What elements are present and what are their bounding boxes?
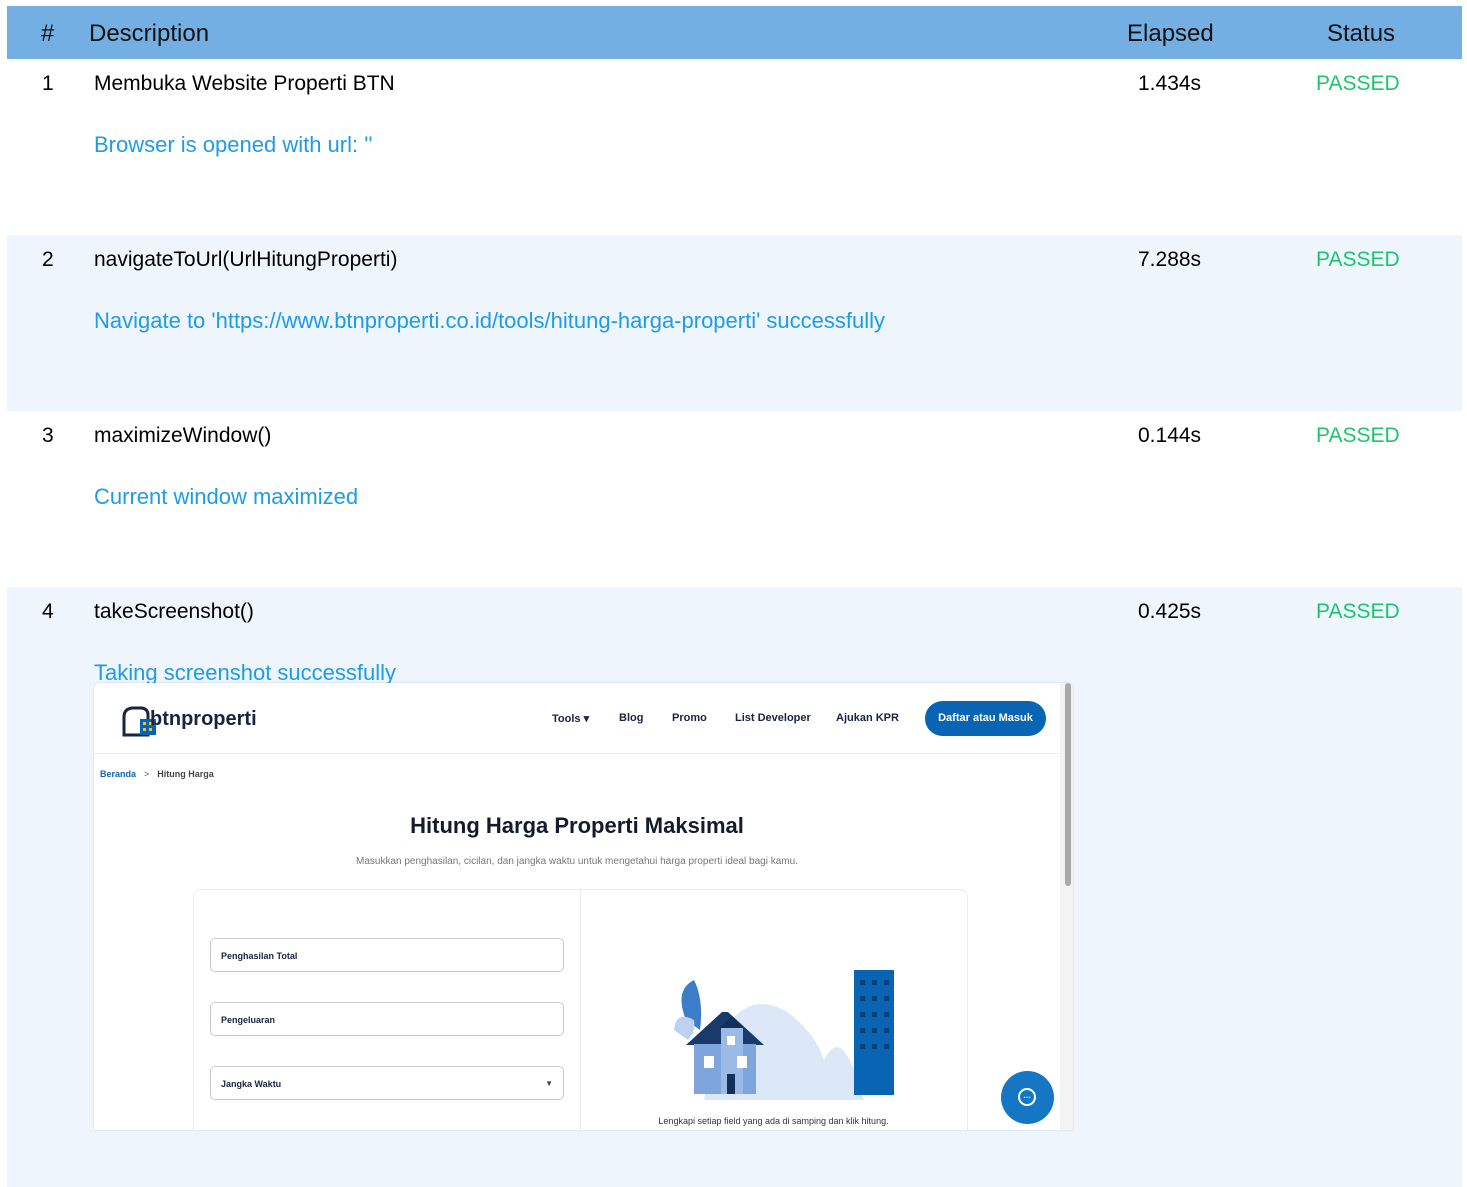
step-title: navigateToUrl(UrlHitungProperti) <box>94 248 398 271</box>
table-row: 3 maximizeWindow() 0.144s PASSED Current… <box>7 411 1462 587</box>
step-elapsed: 7.288s <box>1138 248 1202 271</box>
embedded-screenshot: btnproperti Tools ▾ Blog Promo List Deve… <box>94 683 1073 1130</box>
calculator-card: Penghasilan Total Pengeluaran Jangka Wak… <box>193 889 968 1130</box>
chevron-right-icon: > <box>144 769 150 779</box>
step-title: maximizeWindow() <box>94 424 272 447</box>
card-divider <box>580 890 581 1130</box>
step-title: Membuka Website Properti BTN <box>94 72 395 95</box>
expense-field[interactable]: Pengeluaran <box>210 1002 564 1036</box>
income-field[interactable]: Penghasilan Total <box>210 938 564 972</box>
nav-blog[interactable]: Blog <box>619 712 643 724</box>
step-number: 1 <box>42 72 54 95</box>
login-register-button[interactable]: Daftar atau Masuk <box>925 701 1046 736</box>
table-row: 2 navigateToUrl(UrlHitungProperti) 7.288… <box>7 235 1462 411</box>
step-status: PASSED <box>1316 72 1400 95</box>
step-status: PASSED <box>1316 600 1400 623</box>
house-illustration-icon <box>674 970 894 1100</box>
breadcrumb: Beranda > Hitung Harga <box>100 769 214 779</box>
site-navbar: btnproperti Tools ▾ Blog Promo List Deve… <box>94 683 1060 754</box>
brand-name: btnproperti <box>150 708 257 730</box>
term-select[interactable]: Jangka Waktu ▼ <box>210 1066 564 1100</box>
breadcrumb-current: Hitung Harga <box>157 769 214 779</box>
step-status: PASSED <box>1316 248 1400 271</box>
illustration-caption: Lengkapi setiap field yang ada di sampin… <box>658 1116 889 1126</box>
page-subtitle: Masukkan penghasilan, cicilan, dan jangk… <box>356 856 798 867</box>
chat-bubble-icon: … <box>1018 1088 1036 1106</box>
step-elapsed: 0.144s <box>1138 424 1202 447</box>
step-number: 4 <box>42 600 54 623</box>
table-row: 1 Membuka Website Properti BTN 1.434s PA… <box>7 59 1462 235</box>
step-number: 3 <box>42 424 54 447</box>
header-status: Status <box>1327 20 1396 47</box>
chat-button[interactable]: … <box>1001 1071 1054 1124</box>
nav-promo[interactable]: Promo <box>672 712 707 724</box>
page-title: Hitung Harga Properti Maksimal <box>410 813 744 838</box>
step-number: 2 <box>42 248 54 271</box>
header-elapsed: Elapsed <box>1127 20 1214 47</box>
step-elapsed: 0.425s <box>1138 600 1202 623</box>
nav-list-developer[interactable]: List Developer <box>735 712 811 724</box>
term-select-label: Jangka Waktu <box>221 1079 282 1089</box>
nav-ajukan-kpr[interactable]: Ajukan KPR <box>836 712 899 724</box>
step-message: Browser is opened with url: '' <box>94 132 373 157</box>
header-description: Description <box>89 20 210 47</box>
caret-down-icon: ▼ <box>545 1079 553 1088</box>
step-status: PASSED <box>1316 424 1400 447</box>
step-elapsed: 1.434s <box>1138 72 1202 95</box>
scrollbar-thumb[interactable] <box>1065 683 1071 886</box>
step-message: Current window maximized <box>94 484 359 509</box>
table-header: # Description Elapsed Status <box>7 6 1462 59</box>
breadcrumb-home[interactable]: Beranda <box>100 769 136 779</box>
header-num: # <box>41 20 55 47</box>
step-title: takeScreenshot() <box>94 600 254 623</box>
step-message: Navigate to 'https://www.btnproperti.co.… <box>94 308 886 333</box>
nav-tools[interactable]: Tools ▾ <box>552 712 589 725</box>
